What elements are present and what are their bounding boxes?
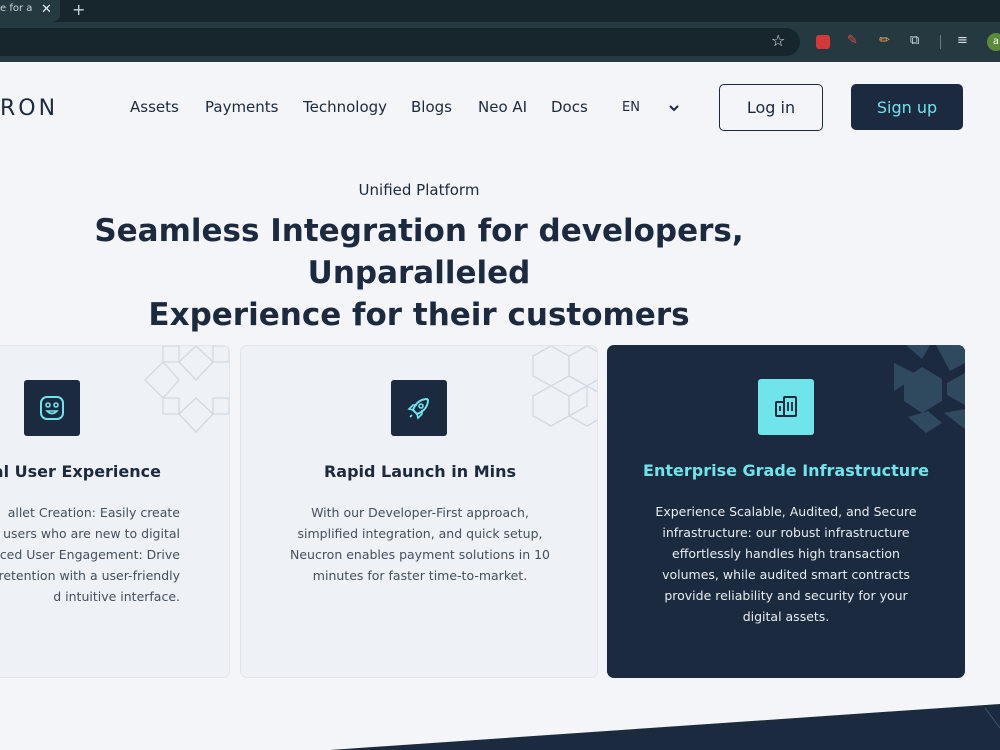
card-title: Rapid Launch in Mins [323, 462, 517, 481]
card-text-line: Experience Scalable, Audited, and Secure [655, 504, 917, 519]
card-text-line: minutes for faster time-to-market. [312, 568, 528, 583]
card-text-line: allet Creation: Easily create [7, 505, 180, 520]
brand-logo[interactable]: RON [0, 96, 58, 121]
card-text-line: l retention with a user-friendly [0, 568, 180, 583]
card-text-line: provide reliability and security for you… [664, 588, 908, 603]
decorative-band [330, 704, 1000, 750]
card-text-line: volumes, while audited smart contracts [662, 567, 910, 582]
star-icon[interactable]: ☆ [771, 31, 785, 50]
browser-tab-bar: e for a ✕ + [0, 0, 1000, 22]
card-text-line: With our Developer-First approach, [311, 505, 529, 520]
language-selector[interactable]: EN [622, 100, 640, 115]
nav-blogs[interactable]: Blogs [411, 98, 452, 116]
feature-card-rapid-launch: Rapid Launch in Mins With our Developer-… [240, 345, 598, 678]
card-description: Experience Scalable, Audited, and Secure… [607, 501, 965, 627]
tab-title: e for a [0, 3, 33, 14]
nav-technology[interactable]: Technology [303, 98, 387, 116]
login-button[interactable]: Log in [719, 84, 823, 131]
card-text-line: users who are new to digital [3, 526, 180, 541]
nav-assets[interactable]: Assets [130, 98, 179, 116]
pen-icon[interactable]: ✏ [879, 33, 890, 49]
extension-icon[interactable] [816, 35, 830, 49]
nav-neo-ai[interactable]: Neo AI [478, 98, 527, 116]
new-tab-icon[interactable]: + [72, 0, 85, 20]
nav-docs[interactable]: Docs [551, 98, 588, 116]
card-title: Enterprise Grade Infrastructure [643, 461, 929, 480]
card-text-line: effortlessly handles high transaction [672, 546, 900, 561]
card-text-line: d intuitive interface. [53, 589, 180, 604]
avatar[interactable]: a [987, 33, 1000, 51]
pattern-icon [144, 346, 229, 433]
star-pattern-icon [894, 345, 965, 433]
smiley-icon [24, 380, 80, 436]
puzzle-icon[interactable]: ⧉ [910, 33, 919, 49]
card-title: onal User Experience [0, 462, 161, 481]
card-text-line: Neucron enables payment solutions in 10 [289, 547, 551, 562]
headline-line-1: Seamless Integration for developers, Unp… [94, 213, 744, 291]
card-text-line: simplified integration, and quick setup, [297, 526, 543, 541]
chevron-down-icon[interactable] [668, 102, 680, 114]
building-icon [758, 379, 814, 435]
signup-button[interactable]: Sign up [851, 84, 963, 130]
page-title: Seamless Integration for developers, Unp… [0, 210, 838, 336]
card-text-line: infrastructure: our robust infrastructur… [662, 525, 910, 540]
browser-toolbar: ☆ ✎ ✏ ⧉ ≡ a [0, 22, 1000, 62]
section-eyebrow: Unified Platform [358, 181, 480, 199]
card-description: With our Developer-First approach, simpl… [241, 502, 597, 586]
feature-card-enterprise-infrastructure: Enterprise Grade Infrastructure Experien… [607, 345, 965, 678]
address-bar[interactable]: ☆ [0, 28, 800, 56]
card-text-line: nced User Engagement: Drive [0, 547, 180, 562]
feature-card-user-experience: onal User Experience allet Creation: Eas… [0, 345, 230, 678]
card-description: allet Creation: Easily create users who … [0, 502, 180, 607]
browser-tab[interactable]: e for a ✕ [0, 0, 60, 22]
hexagon-pattern-icon [532, 346, 597, 427]
close-icon[interactable]: ✕ [41, 0, 52, 20]
card-text-line: digital assets. [742, 609, 830, 624]
media-icon[interactable]: ≡ [957, 33, 968, 49]
headline-line-2: Experience for their customers [148, 297, 690, 333]
toolbar-divider [940, 35, 941, 49]
nav-payments[interactable]: Payments [205, 98, 278, 116]
rocket-icon [391, 380, 447, 436]
highlighter-icon[interactable]: ✎ [847, 33, 858, 49]
